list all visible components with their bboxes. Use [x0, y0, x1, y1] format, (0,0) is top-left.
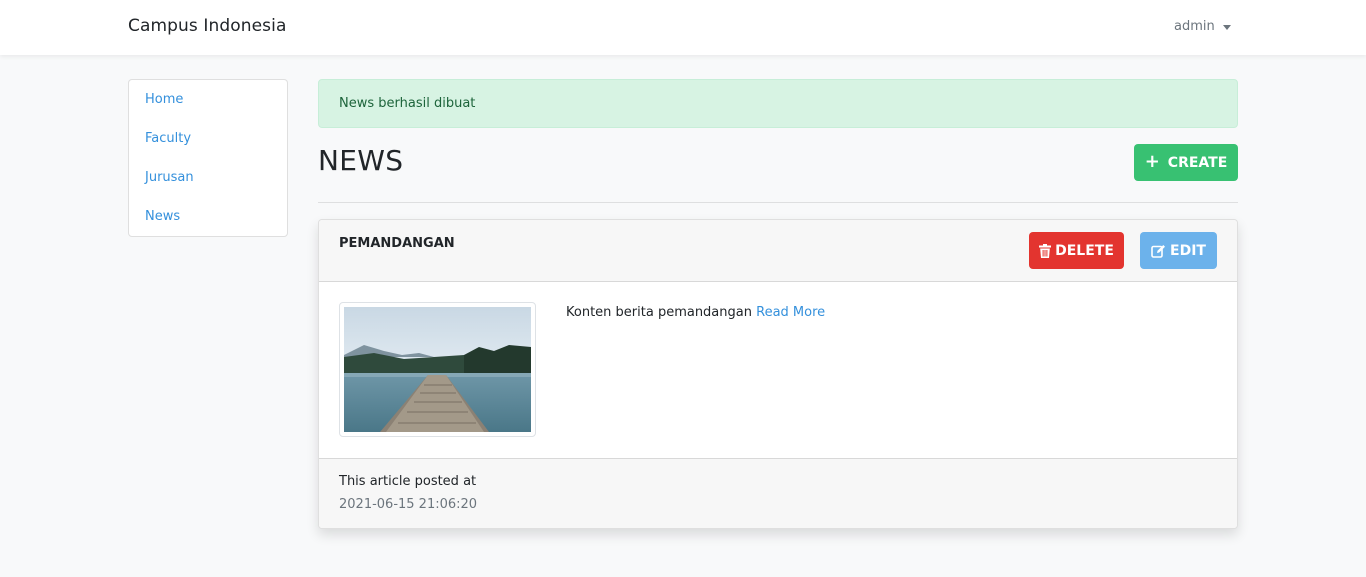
sidebar-item-jurusan[interactable]: Jurusan [129, 168, 287, 207]
navbar: Campus Indonesia admin [0, 0, 1366, 55]
create-button[interactable]: + CREATE [1134, 144, 1238, 181]
edit-icon [1151, 244, 1166, 258]
divider [318, 202, 1238, 203]
article-excerpt: Konten berita pemandangan [566, 305, 752, 320]
delete-label: DELETE [1055, 242, 1114, 259]
posted-label: This article posted at [339, 474, 477, 489]
card-footer: This article posted at 2021-06-15 21:06:… [319, 458, 1237, 528]
user-menu-dropdown[interactable]: admin [1174, 19, 1231, 34]
page-title: NEWS [318, 144, 404, 177]
sidebar-item-home[interactable]: Home [129, 90, 287, 129]
article-thumbnail[interactable] [339, 302, 536, 437]
delete-button[interactable]: DELETE [1029, 232, 1124, 269]
posted-date: 2021-06-15 21:06:20 [339, 497, 478, 512]
edit-button[interactable]: EDIT [1140, 232, 1217, 269]
edit-label: EDIT [1170, 242, 1206, 259]
news-card: PEMANDANGAN DELETE EDIT Konten berita pe… [318, 219, 1238, 529]
user-name: admin [1174, 19, 1215, 34]
sidebar: Home Faculty Jurusan News [128, 79, 288, 237]
read-more-link[interactable]: Read More [756, 305, 825, 320]
sidebar-item-news[interactable]: News [129, 207, 287, 246]
caret-down-icon [1222, 24, 1231, 30]
trash-icon [1039, 243, 1052, 258]
sidebar-item-faculty[interactable]: Faculty [129, 129, 287, 168]
article-content: Konten berita pemandangan Read More [566, 305, 825, 320]
card-header: PEMANDANGAN DELETE EDIT [319, 220, 1237, 282]
landscape-image [344, 307, 531, 432]
plus-icon: + [1144, 150, 1160, 172]
brand-link[interactable]: Campus Indonesia [128, 16, 287, 36]
article-title: PEMANDANGAN [339, 236, 455, 251]
create-label: CREATE [1167, 154, 1228, 171]
success-alert: News berhasil dibuat [318, 79, 1238, 128]
card-body: Konten berita pemandangan Read More [319, 282, 1237, 458]
